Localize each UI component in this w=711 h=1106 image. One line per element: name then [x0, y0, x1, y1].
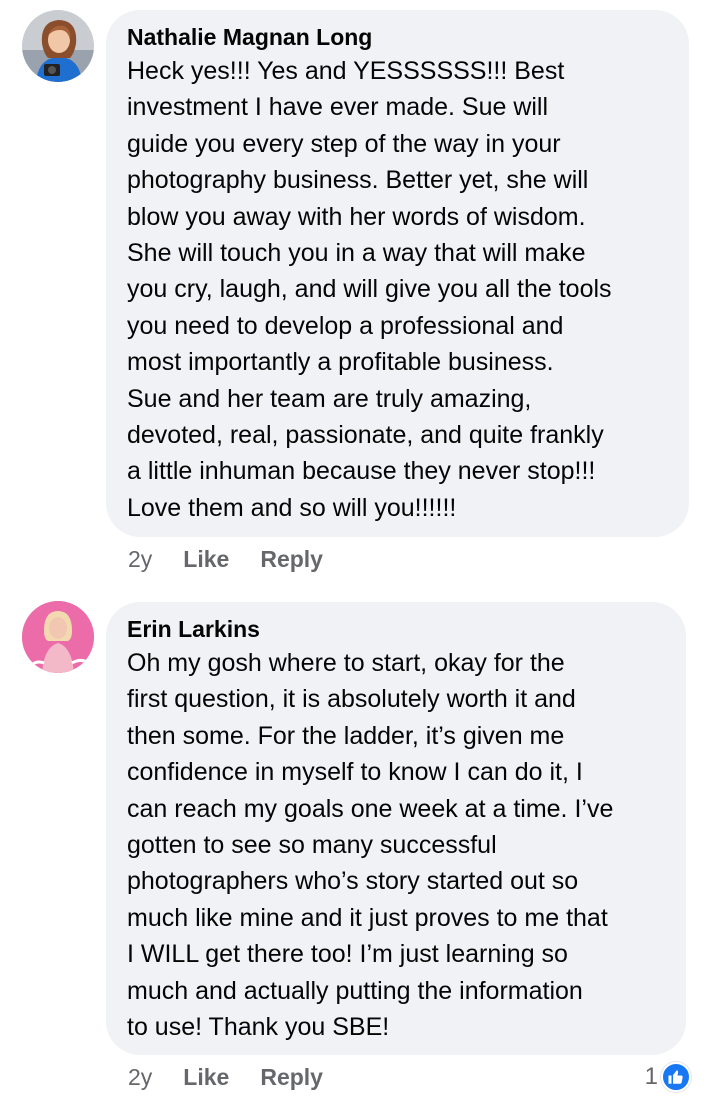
- comment-timestamp[interactable]: 2y: [128, 546, 152, 573]
- comment-author[interactable]: Erin Larkins: [127, 614, 666, 644]
- comment-actions: 2y Like Reply: [128, 1064, 354, 1091]
- like-button[interactable]: Like: [183, 546, 229, 573]
- thumbs-up-icon: [661, 1062, 691, 1092]
- avatar[interactable]: [22, 601, 94, 673]
- reaction-summary[interactable]: 1: [645, 1062, 691, 1092]
- comment-text: Oh my gosh where to start, okay for the …: [127, 649, 614, 1042]
- reply-button[interactable]: Reply: [260, 1064, 323, 1091]
- comment-bubble: Erin Larkins Oh my gosh where to start, …: [106, 602, 686, 1055]
- comment-actions: 2y Like Reply: [128, 546, 354, 573]
- avatar[interactable]: [22, 10, 94, 82]
- like-button[interactable]: Like: [183, 1064, 229, 1091]
- comment-text: Heck yes!!! Yes and YESSSSSS!!! Best inv…: [127, 57, 612, 522]
- comment-timestamp[interactable]: 2y: [128, 1064, 152, 1091]
- reaction-count: 1: [644, 1063, 658, 1090]
- reply-button[interactable]: Reply: [260, 546, 323, 573]
- comment-bubble: Nathalie Magnan Long Heck yes!!! Yes and…: [106, 10, 689, 537]
- comment-author[interactable]: Nathalie Magnan Long: [127, 22, 669, 52]
